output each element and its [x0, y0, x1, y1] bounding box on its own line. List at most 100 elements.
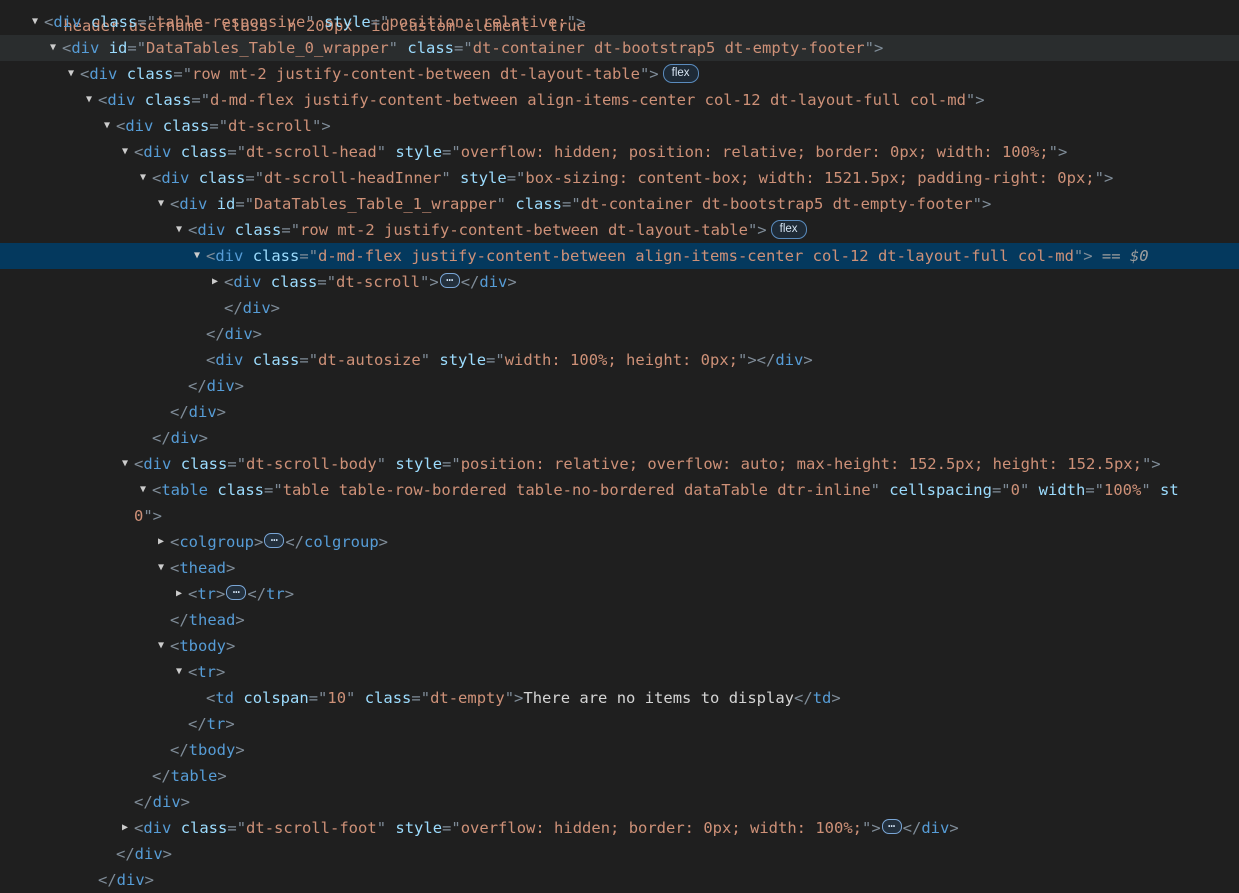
collapsed-ellipsis-icon[interactable]: …: [881, 817, 902, 834]
punctuation: =": [227, 455, 247, 473]
dom-node-line[interactable]: ▶</div>: [0, 867, 1239, 893]
dom-node-line[interactable]: ▶</table>: [0, 763, 1239, 789]
dom-node-selected[interactable]: ▼ <div class="d-md-flex justify-content-b…: [0, 243, 1239, 269]
tag-name: tr: [197, 663, 217, 681]
attribute-name: class: [270, 273, 318, 291]
punctuation: <: [206, 247, 216, 265]
punctuation: =": [442, 455, 461, 473]
punctuation: >: [225, 715, 235, 733]
dom-node-line[interactable]: ▶</div>: [0, 295, 1239, 321]
punctuation: ": [346, 689, 356, 707]
dom-node-line[interactable]: ▼ <div class="dt-scroll-body" style="posi…: [0, 451, 1239, 477]
punctuation: <: [170, 195, 180, 213]
dom-node-line[interactable]: ▼ <div class="d-md-flex justify-content-b…: [0, 87, 1239, 113]
punctuation: <: [188, 663, 198, 681]
expand-triangle-down-icon[interactable]: ▼: [26, 9, 44, 35]
tag-name: div: [242, 299, 271, 317]
dom-node-line[interactable]: ▼ <div class="row mt-2 justify-content-be…: [0, 217, 1239, 243]
dom-node-line[interactable]: ▶</div>: [0, 321, 1239, 347]
punctuation: >: [803, 351, 813, 369]
dom-node-line[interactable]: ▶</div>: [0, 425, 1239, 451]
collapsed-ellipsis-icon[interactable]: …: [226, 583, 247, 600]
collapsed-ellipsis-icon[interactable]: …: [439, 271, 460, 288]
dom-node-line[interactable]: ▼ <tbody>: [0, 633, 1239, 659]
punctuation: ">: [143, 507, 163, 525]
dom-node-line[interactable]: ▼ <thead>: [0, 555, 1239, 581]
expand-triangle-down-icon[interactable]: ▼: [134, 165, 152, 191]
collapsed-ellipsis-icon[interactable]: …: [264, 531, 285, 548]
attribute-value: dt-scroll: [228, 117, 313, 135]
tag-name: colgroup: [179, 533, 254, 551]
dom-node-line[interactable]: ▼ <div id="DataTables_Table_0_wrapper" cl…: [0, 35, 1239, 61]
expand-triangle-down-icon[interactable]: ▼: [116, 139, 134, 165]
dom-node-line[interactable]: ▶</div>: [0, 789, 1239, 815]
dom-node-line[interactable]: ▶</tbody>: [0, 737, 1239, 763]
expand-triangle-down-icon[interactable]: ▼: [134, 477, 152, 503]
dom-node-line[interactable]: ▶<div class="dt-autosize" style="width: …: [0, 347, 1239, 373]
expand-triangle-right-icon[interactable]: ▶: [116, 815, 134, 841]
dom-node-line[interactable]: ▼ <div class="dt-scroll-head" style="over…: [0, 139, 1239, 165]
dom-node-line[interactable]: ▼ <div class="table-responsive" style="po…: [0, 9, 1239, 35]
dom-node-line[interactable]: ▼ <div class="dt-scroll">: [0, 113, 1239, 139]
tag-name: div: [161, 169, 190, 187]
punctuation: ": [388, 39, 399, 57]
expand-triangle-down-icon[interactable]: ▼: [98, 113, 116, 139]
dom-node-line[interactable]: ▶ <tr>… </tr>: [0, 581, 1239, 607]
expand-triangle-down-icon[interactable]: ▼: [152, 191, 170, 217]
punctuation: </: [188, 715, 207, 733]
attribute-name: style: [395, 455, 443, 473]
attribute-value: dt-scroll-foot: [246, 819, 377, 837]
dom-node-line[interactable]: ▶</div>: [0, 399, 1239, 425]
dom-node-line[interactable]: ▶</div>: [0, 841, 1239, 867]
dom-node-line[interactable]: ▼ <div class="row mt-2 justify-content-be…: [0, 61, 1239, 87]
punctuation: ": [376, 455, 387, 473]
expand-triangle-down-icon[interactable]: ▼: [188, 243, 206, 269]
expand-triangle-down-icon[interactable]: ▼: [152, 555, 170, 581]
expand-triangle-down-icon[interactable]: ▼: [152, 633, 170, 659]
dom-node-line[interactable]: ▶</tr>: [0, 711, 1239, 737]
dom-node-line[interactable]: ▶0">: [0, 503, 1239, 529]
punctuation: >: [235, 741, 245, 759]
dom-node-line[interactable]: ▶ <div class="dt-scroll">… </div>: [0, 269, 1239, 295]
attribute-value: row mt-2 justify-content-between dt-layo…: [192, 65, 640, 83]
dom-node-line[interactable]: ▶ <colgroup>… </colgroup>: [0, 529, 1239, 555]
attribute-name: id: [108, 39, 128, 57]
dom-node-line[interactable]: ▼ <div id="DataTables_Table_1_wrapper" cl…: [0, 191, 1239, 217]
expand-triangle-down-icon[interactable]: ▼: [170, 217, 188, 243]
flex-badge[interactable]: flex: [770, 220, 807, 239]
tag-name: tr: [197, 585, 217, 603]
expand-triangle-right-icon[interactable]: ▶: [152, 529, 170, 555]
dom-node-line[interactable]: ▶<td colspan="10" class="dt-empty">There…: [0, 685, 1239, 711]
attribute-value: d-md-flex justify-content-between align-…: [210, 91, 966, 109]
tag-name: div: [215, 351, 244, 369]
tag-name: div: [188, 403, 217, 421]
expand-triangle-down-icon[interactable]: ▼: [116, 451, 134, 477]
expand-triangle-down-icon[interactable]: ▼: [44, 35, 62, 61]
expand-triangle-right-icon[interactable]: ▶: [170, 581, 188, 607]
tag-name: div: [170, 429, 199, 447]
attribute-name: id: [216, 195, 236, 213]
expand-triangle-down-icon[interactable]: ▼: [62, 61, 80, 87]
attribute-value: 10: [327, 689, 347, 707]
tag-name: div: [143, 143, 172, 161]
flex-badge[interactable]: flex: [662, 64, 699, 83]
dom-node-line[interactable]: ▼ <div class="dt-scroll-headInner" style=…: [0, 165, 1239, 191]
dom-node-line[interactable]: ▶</thead>: [0, 607, 1239, 633]
dom-node-line[interactable]: ▼ <table class="table table-row-bordered …: [0, 477, 1239, 503]
punctuation: ">: [1048, 143, 1068, 161]
expand-triangle-right-icon[interactable]: ▶: [206, 269, 224, 295]
punctuation: </: [152, 767, 171, 785]
punctuation: </: [170, 741, 189, 759]
expand-triangle-down-icon[interactable]: ▼: [80, 87, 98, 113]
dom-node-line[interactable]: ▼ <tr>: [0, 659, 1239, 685]
tag-name: div: [179, 195, 208, 213]
punctuation: ">: [1094, 169, 1114, 187]
punctuation: =": [173, 65, 193, 83]
dom-node-line[interactable]: ▶ <div class="dt-scroll-foot" style="over…: [0, 815, 1239, 841]
dom-node-line[interactable]: ▶</div>: [0, 373, 1239, 399]
attribute-value: DataTables_Table_1_wrapper: [254, 195, 497, 213]
expand-triangle-down-icon[interactable]: ▼: [170, 659, 188, 685]
